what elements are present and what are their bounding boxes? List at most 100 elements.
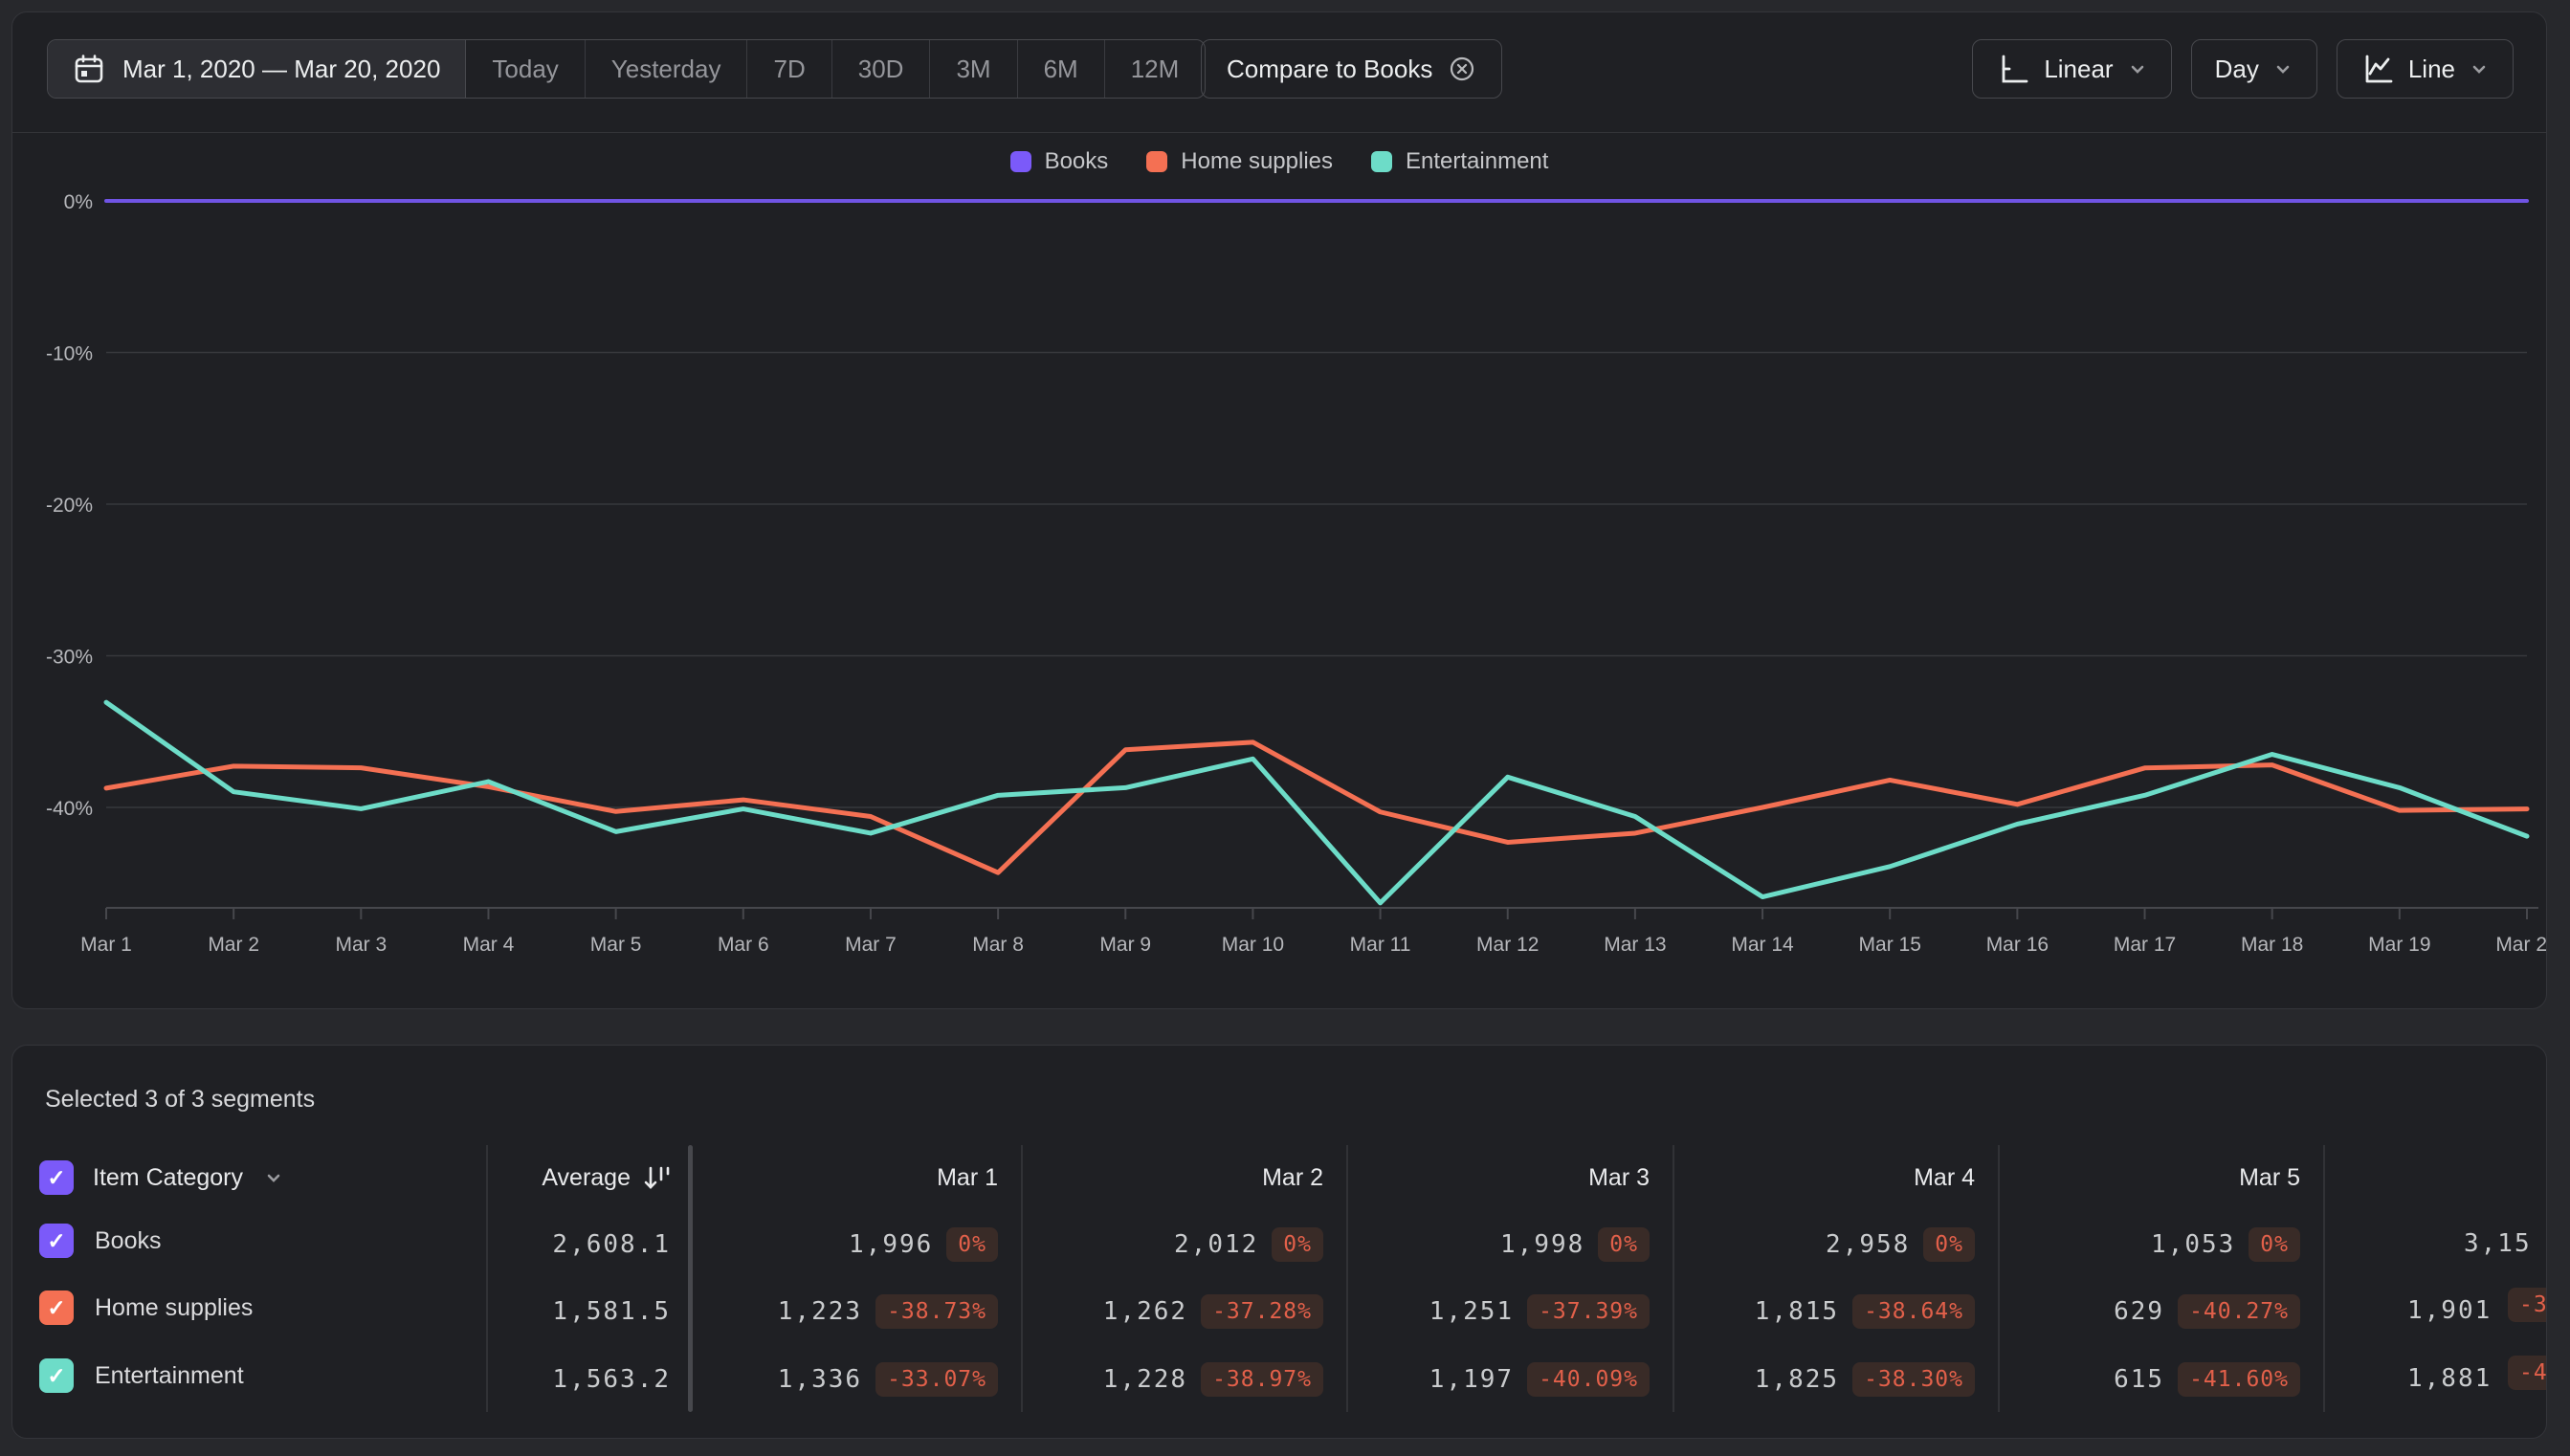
- category-header-label: Item Category: [93, 1163, 244, 1191]
- percent-badge: 0%: [1272, 1227, 1323, 1262]
- percent-badge: 0%: [1923, 1227, 1975, 1262]
- x-axis-label: Mar 10: [1222, 934, 1284, 956]
- percent-badge: -33.07%: [875, 1362, 998, 1397]
- x-axis-label: Mar 11: [1350, 934, 1411, 956]
- day-column-header: Mar 4: [1914, 1163, 1975, 1191]
- percent-badge: -37.39%: [1527, 1294, 1650, 1329]
- select-all-checkbox[interactable]: ✓: [39, 1160, 74, 1195]
- table-cell: 1,251 -37.39%: [1347, 1289, 1650, 1335]
- percent-badge: -38.64%: [1852, 1294, 1975, 1329]
- percent-badge: -38.97%: [1201, 1362, 1323, 1397]
- cell-value: 615: [2114, 1365, 2165, 1394]
- y-axis-label: -40%: [46, 798, 93, 820]
- x-axis-label: Mar 9: [1099, 934, 1151, 956]
- cell-value: 2,012: [1174, 1230, 1259, 1259]
- x-axis-label: Mar 7: [845, 934, 897, 956]
- x-axis-label: Mar 13: [1604, 934, 1666, 956]
- percent-badge: -4: [2508, 1356, 2546, 1390]
- selected-segments-text: Selected 3 of 3 segments: [45, 1086, 316, 1113]
- table-cell: 1,197 -40.09%: [1347, 1357, 1650, 1402]
- percent-badge: -38.73%: [875, 1294, 998, 1329]
- percent-badge-partial: -3: [2508, 1288, 2546, 1322]
- row-label: Entertainment: [95, 1361, 244, 1389]
- average-value: 1,581.5: [552, 1297, 671, 1326]
- cell-value: 1,251: [1429, 1297, 1515, 1326]
- segments-table-card: Selected 3 of 3 segments ✓ Item Category…: [11, 1045, 2547, 1439]
- x-axis-label: Mar 3: [335, 934, 387, 956]
- row-label: Books: [95, 1226, 162, 1254]
- row-checkbox[interactable]: ✓: [39, 1358, 74, 1393]
- row-checkbox[interactable]: ✓: [39, 1291, 74, 1325]
- table-cell: 1,336 -33.07%: [696, 1357, 998, 1402]
- percent-badge: -3: [2508, 1288, 2546, 1322]
- average-header-label: Average: [542, 1163, 631, 1191]
- table-cell: 1,998 0%: [1347, 1222, 1650, 1268]
- table-cell: 1,262 -37.28%: [1021, 1289, 1323, 1335]
- y-axis-label: -10%: [46, 343, 93, 365]
- table-row-label-entertainment: ✓ Entertainment: [39, 1358, 244, 1393]
- x-axis-label: Mar 20: [2495, 934, 2547, 956]
- percent-badge: 0%: [2249, 1227, 2300, 1262]
- category-header: ✓ Item Category: [39, 1157, 285, 1199]
- day-column-header: Mar 5: [2239, 1163, 2300, 1191]
- cell-value: 1,053: [2151, 1230, 2236, 1259]
- cell-value: 1,197: [1429, 1365, 1515, 1394]
- x-axis-label: Mar 4: [463, 934, 515, 956]
- cell-value: 1,262: [1102, 1297, 1188, 1326]
- x-axis-label: Mar 12: [1476, 934, 1539, 956]
- table-cell: 1,228 -38.97%: [1021, 1357, 1323, 1402]
- table-cell: 1,996 0%: [696, 1222, 998, 1268]
- x-axis-label: Mar 8: [972, 934, 1024, 956]
- table-cell: 2,012 0%: [1021, 1222, 1323, 1268]
- table-cell: 615 -41.60%: [1998, 1357, 2300, 1402]
- cell-value: 1,998: [1500, 1230, 1585, 1259]
- x-axis-label: Mar 1: [80, 934, 132, 956]
- table-row-label-books: ✓ Books: [39, 1224, 161, 1258]
- x-axis-label: Mar 18: [2241, 934, 2303, 956]
- row-checkbox[interactable]: ✓: [39, 1224, 74, 1258]
- series-line-entertainment: [103, 699, 2530, 906]
- percent-badge: -40.09%: [1527, 1362, 1650, 1397]
- table-cell: 1,223 -38.73%: [696, 1289, 998, 1335]
- percent-badge-partial: -4: [2508, 1356, 2546, 1390]
- cell-value: 1,996: [849, 1230, 934, 1259]
- average-value: 2,608.1: [552, 1230, 671, 1259]
- y-axis-label: -20%: [46, 495, 93, 517]
- table-cell: 1,815 -38.64%: [1673, 1289, 1975, 1335]
- percent-badge: -40.27%: [2178, 1294, 2300, 1329]
- cell-value: 629: [2114, 1297, 2165, 1326]
- day-column-header: Mar 3: [1588, 1163, 1650, 1191]
- day-column-header: Mar 1: [937, 1163, 998, 1191]
- x-axis-label: Mar 16: [1986, 934, 2049, 956]
- row-label: Home supplies: [95, 1293, 254, 1321]
- percent-badge: -41.60%: [2178, 1362, 2300, 1397]
- table-cell: 629 -40.27%: [1998, 1289, 2300, 1335]
- cell-value: 2,958: [1826, 1230, 1911, 1259]
- x-axis-label: Mar 5: [590, 934, 642, 956]
- day-column-header: Mar 2: [1262, 1163, 1323, 1191]
- cell-value: 1,223: [777, 1297, 863, 1326]
- cell-value-partial: 3,15: [2464, 1229, 2532, 1258]
- average-column-header[interactable]: Average: [486, 1157, 692, 1199]
- cell-value-partial: 1,901: [2407, 1296, 2492, 1325]
- average-value: 1,563.2: [552, 1365, 671, 1394]
- chevron-down-icon[interactable]: [262, 1166, 285, 1189]
- percent-badge: -38.30%: [1852, 1362, 1975, 1397]
- x-axis-label: Mar 17: [2114, 934, 2176, 956]
- cell-value: 1,825: [1754, 1365, 1840, 1394]
- x-axis-label: Mar 15: [1859, 934, 1921, 956]
- table-cell: 1,053 0%: [1998, 1222, 2300, 1268]
- x-axis-label: Mar 6: [718, 934, 769, 956]
- sort-descending-icon: [642, 1162, 671, 1193]
- column-divider: [2323, 1145, 2325, 1412]
- x-axis-label: Mar 19: [2368, 934, 2430, 956]
- table-cell: 2,958 0%: [1673, 1222, 1975, 1268]
- percent-badge: 0%: [1598, 1227, 1650, 1262]
- chart-card: Mar 1, 2020 — Mar 20, 2020 Today Yesterda…: [11, 11, 2547, 1009]
- cell-value: 1,228: [1102, 1365, 1188, 1394]
- table-cell: 1,825 -38.30%: [1673, 1357, 1975, 1402]
- x-axis-label: Mar 2: [208, 934, 259, 956]
- percent-badge: 0%: [946, 1227, 998, 1262]
- cell-value: 1,336: [777, 1365, 863, 1394]
- cell-value-partial: 1,881: [2407, 1364, 2492, 1393]
